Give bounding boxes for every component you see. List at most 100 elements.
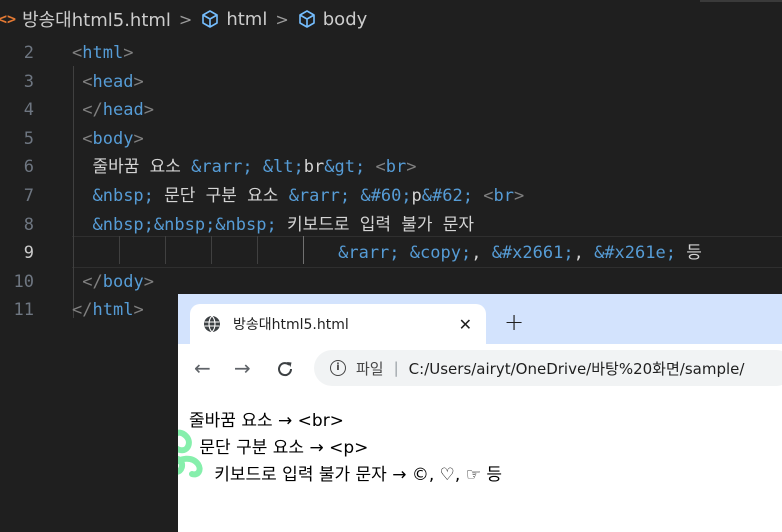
- code-line[interactable]: 2 <html>: [0, 39, 782, 67]
- browser-tab[interactable]: 방송대html5.html ✕: [190, 304, 486, 344]
- page-line-1: 줄바꿈 요소 → <br>: [189, 411, 344, 431]
- code-line[interactable]: 10 </body>: [0, 268, 782, 296]
- close-icon[interactable]: ✕: [459, 315, 472, 334]
- code-token: >: [143, 271, 154, 292]
- code-text: </head>: [72, 96, 154, 124]
- code-token: <: [82, 71, 93, 92]
- code-token: >: [513, 186, 525, 206]
- code-line[interactable]: 7 &nbsp; 문단 구분 요소 &rarr; &#60;p&#62; <br…: [0, 182, 782, 210]
- browser-toolbar: ← → i 파일 | C:/Users/airyt/OneDrive/바탕%20…: [178, 344, 782, 394]
- code-token: >: [406, 157, 417, 178]
- code-line[interactable]: 3 <head>: [0, 68, 782, 96]
- code-token: >: [133, 128, 144, 149]
- code-text: &rarr; &copy;, &#x2661;, &#x261e; 등: [72, 239, 702, 267]
- editor-tab-divider: [700, 0, 782, 2]
- tab-title: 방송대html5.html: [233, 317, 349, 333]
- code-token: &copy;: [409, 243, 472, 264]
- code-line[interactable]: 4 </head>: [0, 96, 782, 124]
- chevron-right-icon: >: [178, 9, 193, 29]
- breadcrumb-body[interactable]: body: [323, 9, 368, 30]
- code-token: </: [72, 300, 93, 321]
- url-text[interactable]: C:/Users/airyt/OneDrive/바탕%20화면/sample/: [409, 358, 745, 379]
- cube-symbol-icon: [202, 10, 219, 28]
- code-token: ,: [573, 243, 595, 264]
- address-separator: |: [393, 359, 399, 377]
- line-number: 3: [23, 71, 34, 92]
- code-token: head: [92, 71, 134, 92]
- line-number: 10: [13, 271, 34, 292]
- code-token: &#x261e;: [594, 243, 676, 264]
- chevron-right-icon: >: [275, 9, 289, 29]
- code-text: 줄바꿈 요소 &rarr; &lt;br&gt; <br>: [72, 153, 416, 181]
- back-button[interactable]: ←: [194, 356, 211, 380]
- code-token: </: [82, 100, 103, 121]
- code-line[interactable]: 6 줄바꿈 요소 &rarr; &lt;br&gt; <br>: [0, 153, 782, 181]
- line-number: 6: [23, 157, 34, 178]
- tab-strip: 방송대html5.html ✕ +: [178, 294, 782, 344]
- code-token: &gt;: [324, 157, 366, 178]
- code-token: br: [385, 157, 407, 178]
- file-scheme-label: 파일: [356, 359, 384, 378]
- line-number: 2: [23, 43, 34, 63]
- code-token: &nbsp;: [92, 186, 154, 206]
- line-number: 4: [23, 100, 34, 121]
- code-text: <head>: [72, 68, 144, 96]
- line-number: 11: [13, 300, 34, 321]
- code-token: <: [375, 157, 386, 178]
- code-token: <: [82, 128, 93, 149]
- code-line[interactable]: 8 &nbsp;&nbsp;&nbsp; 키보드로 입력 불가 문자: [0, 211, 782, 239]
- code-token: html: [82, 43, 124, 63]
- info-icon[interactable]: i: [330, 360, 346, 376]
- code-token: 키보드로 입력 불가 문자: [276, 214, 475, 235]
- code-token: &rarr;: [338, 243, 400, 264]
- breadcrumb-file[interactable]: 방송대html5.html: [22, 6, 171, 32]
- code-token: 문단 구분 요소: [153, 186, 289, 206]
- code-token: &nbsp;&nbsp;&nbsp;: [92, 214, 277, 235]
- code-token: head: [102, 100, 144, 121]
- line-number: 7: [23, 186, 34, 206]
- line-number: 9: [23, 243, 34, 264]
- code-token: <: [72, 43, 83, 63]
- code-token: 등: [675, 243, 702, 264]
- code-token: <: [483, 186, 494, 206]
- html-file-icon: <>: [0, 10, 17, 28]
- code-token: body: [102, 271, 144, 292]
- code-token: &#60;: [360, 186, 412, 206]
- code-text: </body>: [72, 268, 154, 296]
- code-token: &rarr;: [191, 157, 253, 178]
- address-bar[interactable]: i 파일 | C:/Users/airyt/OneDrive/바탕%20화면/s…: [314, 350, 782, 386]
- browser-window: 방송대html5.html ✕ + ← → i 파일 | C:/Users/ai…: [178, 294, 782, 532]
- code-token: >: [133, 71, 144, 92]
- code-text: &nbsp; 문단 구분 요소 &rarr; &#60;p&#62; <br>: [72, 182, 524, 210]
- page-content: 줄바꿈 요소 → <br> 문단 구분 요소 → <p> 키보드로 입력 불가 …: [178, 394, 782, 532]
- code-token: 줄바꿈 요소: [72, 157, 192, 178]
- breadcrumb-html[interactable]: html: [226, 9, 267, 30]
- code-token: ,: [471, 243, 492, 264]
- code-token: html: [92, 300, 134, 321]
- forward-button[interactable]: →: [234, 356, 251, 380]
- breadcrumb: <> 방송대html5.html > html > body: [0, 0, 782, 38]
- code-line[interactable]: 9 &rarr; &copy;, &#x2661;, &#x261e; 등: [0, 239, 782, 267]
- code-line[interactable]: 5 <body>: [0, 125, 782, 153]
- code-token: &rarr;: [288, 186, 351, 206]
- code-text: <body>: [72, 125, 144, 153]
- line-number: 5: [23, 128, 34, 149]
- green-doodle-icon: [178, 429, 203, 478]
- code-token: >: [133, 300, 144, 321]
- code-token: br: [493, 186, 514, 206]
- code-token: body: [92, 128, 134, 149]
- code-text: </html>: [72, 296, 144, 324]
- reload-icon[interactable]: [275, 359, 295, 379]
- line-number: 8: [23, 214, 34, 235]
- new-tab-button[interactable]: +: [504, 308, 524, 336]
- code-token: >: [143, 100, 154, 121]
